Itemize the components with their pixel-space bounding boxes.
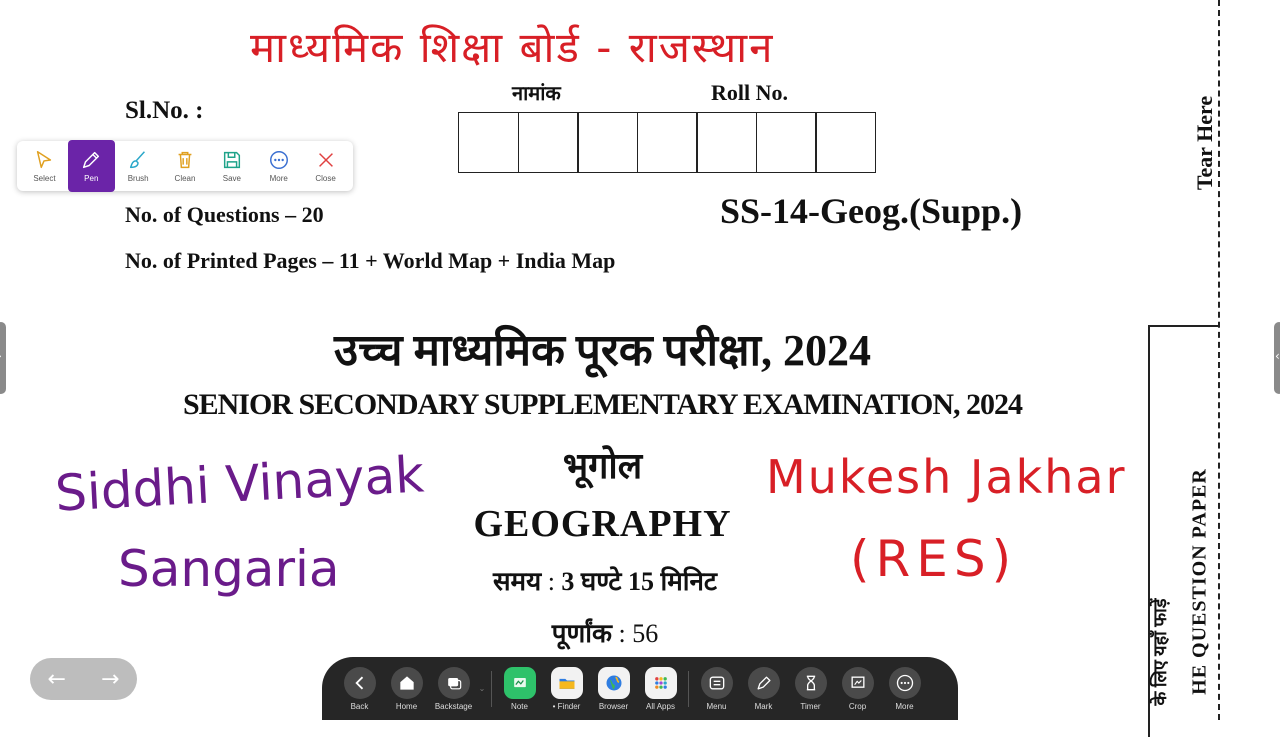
chevron-right-icon: › xyxy=(0,349,2,363)
paper-code: SS-14-Geog.(Supp.) xyxy=(720,191,1023,231)
dock-label: Crop xyxy=(848,701,867,711)
roll-box xyxy=(458,112,519,173)
cursor-icon xyxy=(37,151,52,169)
dock-label: Backstage xyxy=(434,701,473,711)
home-icon xyxy=(399,675,414,690)
dock-label: Menu xyxy=(706,701,727,711)
dock-backstage[interactable]: Backstage xyxy=(430,666,477,711)
dock-separator xyxy=(688,670,689,707)
more-icon xyxy=(896,674,913,691)
roll-number-boxes xyxy=(458,112,876,173)
tool-label: Save xyxy=(222,174,241,183)
dock-expand-hint: ⌄ xyxy=(478,684,486,693)
tool-close[interactable]: Close xyxy=(302,141,349,191)
roll-number-label: Roll No. xyxy=(711,80,788,105)
tool-label: Clean xyxy=(174,174,196,183)
handwritten-teacher-title: (RES) xyxy=(850,530,1018,588)
dock-finder[interactable]: • Finder xyxy=(543,666,590,711)
tool-brush[interactable]: Brush xyxy=(115,141,162,191)
max-marks: पूर्णांक : 56 xyxy=(551,619,659,648)
tool-save[interactable]: Save xyxy=(208,141,255,191)
note-app-icon xyxy=(513,677,526,687)
tool-more[interactable]: More xyxy=(255,141,302,191)
roll-box xyxy=(636,112,698,173)
tool-label: Select xyxy=(33,174,56,183)
marks-value: 56 xyxy=(632,619,659,648)
bottom-dock: Back Home Backstage ⌄ Note • Finder Brow… xyxy=(322,657,958,720)
left-edge-handle[interactable]: › xyxy=(0,322,6,394)
tool-pen[interactable]: Pen xyxy=(67,140,115,192)
dock-label: Note xyxy=(511,701,528,711)
handwritten-place: Sangaria xyxy=(118,540,340,598)
next-page-button[interactable]: → xyxy=(101,667,119,692)
menu-icon xyxy=(709,676,724,689)
roll-box xyxy=(696,112,757,173)
tool-select[interactable]: Select xyxy=(21,141,68,191)
hourglass-icon xyxy=(806,675,815,690)
crop-icon xyxy=(851,676,864,688)
folder-icon xyxy=(559,678,574,689)
marker-icon xyxy=(757,676,770,689)
dock-mark[interactable]: Mark xyxy=(740,666,787,711)
brush-icon xyxy=(130,151,146,169)
roll-box xyxy=(577,112,638,173)
handwritten-board-title: माध्यमिक शिक्षा बोर्ड - राजस्थान xyxy=(250,23,775,72)
close-icon xyxy=(318,153,333,167)
dock-label: Back xyxy=(350,701,369,711)
save-icon xyxy=(223,151,240,169)
dock-browser[interactable]: Browser xyxy=(590,666,637,711)
dock-all-apps[interactable]: All Apps xyxy=(637,666,684,711)
side-question-paper-text: HE QUESTION PAPER xyxy=(1188,468,1211,695)
roll-box xyxy=(517,112,579,173)
dock-label: Browser xyxy=(598,701,629,711)
dock-label: More xyxy=(895,701,914,711)
tool-label: Close xyxy=(315,174,336,183)
roll-box xyxy=(755,112,817,173)
dock-note[interactable]: Note xyxy=(496,666,543,711)
serial-number-label: Sl.No. : xyxy=(125,97,204,124)
tool-label: Brush xyxy=(127,174,149,183)
pen-icon xyxy=(83,151,100,169)
page-navigation: ← → xyxy=(30,658,137,700)
dock-back[interactable]: Back xyxy=(336,666,383,711)
more-icon xyxy=(269,151,288,169)
dock-label: Mark xyxy=(754,701,773,711)
dock-separator xyxy=(491,670,492,707)
dock-menu[interactable]: Menu xyxy=(693,666,740,711)
dock-label: Timer xyxy=(800,701,821,711)
dock-timer[interactable]: Timer xyxy=(787,666,834,711)
trash-icon xyxy=(178,151,192,169)
marks-label: पूर्णांक xyxy=(551,619,613,648)
dock-label: • Finder xyxy=(552,701,581,711)
roll-box xyxy=(815,112,876,173)
side-hindi-text: के लिए यहाँ फाड़ें xyxy=(1150,598,1170,706)
annotation-toolbar: Select Pen Brush Clean Save More Close xyxy=(17,140,353,192)
browser-icon xyxy=(606,675,621,690)
chevron-left-icon: ‹ xyxy=(1275,349,1280,363)
tool-clean[interactable]: Clean xyxy=(162,141,209,191)
tear-here-label: Tear Here xyxy=(1192,95,1217,191)
handwritten-teacher-name: Mukesh Jakhar xyxy=(766,450,1127,504)
roll-label-hindi: नामांक xyxy=(512,83,561,105)
dock-crop[interactable]: Crop xyxy=(834,666,881,711)
exam-title-english: SENIOR SECONDARY SUPPLEMENTARY EXAMINATI… xyxy=(182,388,1023,421)
exam-title-hindi: उच्च माध्यमिक पूरक परीक्षा, 2024 xyxy=(333,326,872,375)
right-edge-handle[interactable]: ‹ xyxy=(1274,322,1280,394)
windows-icon xyxy=(447,677,461,689)
time-label: समय xyxy=(492,567,542,596)
dock-label: Home xyxy=(395,701,418,711)
chevron-left-icon xyxy=(354,676,363,689)
printed-pages: No. of Printed Pages – 11 + World Map + … xyxy=(125,248,616,273)
tool-label: Pen xyxy=(84,174,99,183)
grid-icon xyxy=(654,676,667,689)
time-value: 3 घण्टे 15 मिनिट xyxy=(561,567,718,596)
tool-label: More xyxy=(269,174,288,183)
question-count: No. of Questions – 20 xyxy=(125,202,324,227)
dock-more[interactable]: More xyxy=(881,666,928,711)
dock-label: All Apps xyxy=(646,701,675,711)
prev-page-button[interactable]: ← xyxy=(48,667,66,692)
dock-home[interactable]: Home xyxy=(383,666,430,711)
